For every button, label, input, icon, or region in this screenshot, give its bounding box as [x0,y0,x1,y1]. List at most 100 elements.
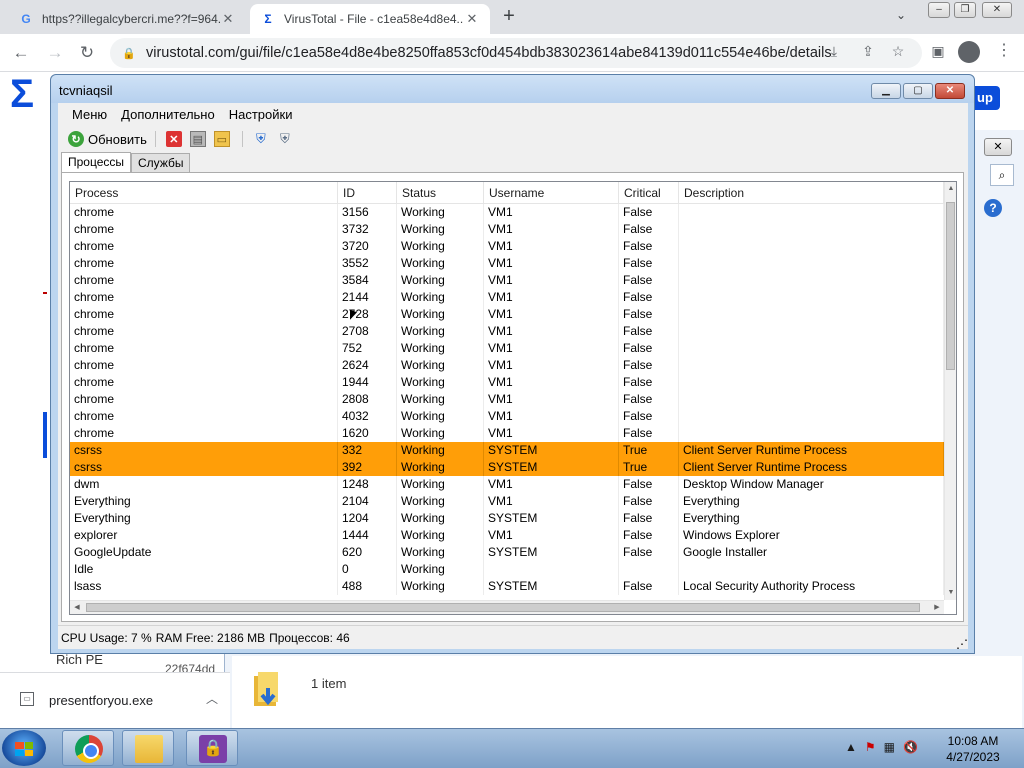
scroll-up-icon[interactable]: ▲ [945,182,956,196]
scroll-right-icon[interactable]: ▶ [930,601,944,614]
google-icon: G [21,12,31,26]
vertical-scrollbar[interactable]: ▲ ▼ [944,182,956,600]
back-icon[interactable]: ← [10,42,32,64]
bookmark-star-icon[interactable]: ☆ [888,43,908,63]
browser-tab-2[interactable]: Σ VirusTotal - File - c1ea58e4d8e4... ✕ [250,4,490,34]
toolbar: ↻ Обновить ✕ ▤ ▭ ⛨ ⛨ [58,127,968,151]
table-row[interactable]: chrome 2808 Working VM1 False [70,391,944,408]
column-header-status[interactable]: Status [397,182,484,204]
menu-item-advanced[interactable]: Дополнительно [114,107,222,122]
table-row[interactable]: csrss 392 Working SYSTEM True Client Server R… [70,459,944,476]
resize-grip-icon[interactable]: ⋰ [956,637,968,651]
address-bar[interactable]: 🔒 virustotal.com/gui/file/c1ea58e4d8e4be… [110,38,922,68]
scroll-thumb[interactable] [946,202,955,370]
kill-process-button[interactable]: ✕ [165,131,186,147]
close-tab-icon[interactable]: ✕ [464,11,480,27]
close-tab-icon[interactable]: ✕ [220,11,236,27]
cell-username: VM1 [484,527,619,544]
side-panel-icon[interactable]: ▣ [928,43,948,63]
horizontal-scrollbar[interactable]: ◀ ▶ [70,600,944,614]
explorer-close-icon[interactable]: ✕ [984,138,1012,156]
unprotect-button[interactable]: ⛨ [277,131,297,147]
virustotal-logo-icon[interactable]: Σ [10,74,46,114]
table-row[interactable]: csrss 332 Working SYSTEM True Client Server R… [70,442,944,459]
table-row[interactable]: dwm 1248 Working VM1 False Desktop Window Man… [70,476,944,493]
help-icon[interactable]: ? [984,199,1002,217]
table-row[interactable]: chrome 3552 Working VM1 False [70,255,944,272]
table-row[interactable]: Everything 2104 Working VM1 False Everything [70,493,944,510]
table-row[interactable]: chrome 3156 Working VM1 False [70,204,944,221]
system-clock[interactable]: 10:08 AM 4/27/2023 [930,733,1016,765]
scroll-thumb[interactable] [86,603,920,612]
table-row[interactable]: chrome 3720 Working VM1 False [70,238,944,255]
table-row[interactable]: chrome 1620 Working VM1 False [70,425,944,442]
table-row[interactable]: chrome 2708 Working VM1 False [70,323,944,340]
cell-username [484,561,619,578]
minimize-icon[interactable]: – [928,2,950,18]
minimize-icon[interactable]: ▁ [871,83,901,99]
table-row[interactable]: chrome 2728 Working VM1 False [70,306,944,323]
open-location-button[interactable]: ▭ [213,131,234,147]
column-header-id[interactable]: ID [338,182,397,204]
table-row[interactable]: chrome 3732 Working VM1 False [70,221,944,238]
taskbar-chrome[interactable] [62,730,114,766]
column-header-critical[interactable]: Critical [619,182,679,204]
new-tab-button[interactable]: + [498,6,520,28]
table-row[interactable]: Everything 1204 Working SYSTEM False Everythi… [70,510,944,527]
table-row[interactable]: chrome 3584 Working VM1 False [70,272,944,289]
show-hidden-icons-icon[interactable]: ▲ [845,740,857,754]
scroll-left-icon[interactable]: ◀ [70,601,84,614]
forward-icon[interactable]: → [44,42,66,64]
detection-marker [43,292,47,294]
item-count: 1 item [311,676,347,691]
downloads-folder-icon[interactable] [252,670,286,712]
window-titlebar[interactable]: tcvniaqsil ▁ ▢ ✕ [51,75,974,103]
cell-username: VM1 [484,221,619,238]
ram-free: RAM Free: 2186 MB [155,630,266,645]
table-row[interactable]: chrome 4032 Working VM1 False [70,408,944,425]
column-header-username[interactable]: Username [484,182,619,204]
taskbar-lock-app[interactable]: 🔒 [186,730,238,766]
restore-icon[interactable]: ❐ [954,2,976,18]
menu-item-menu[interactable]: Меню [65,107,114,122]
cell-description: Client Server Runtime Process [679,442,944,459]
chevron-up-icon[interactable]: ︿ [206,690,218,707]
profile-avatar-icon[interactable] [958,41,980,63]
share-icon[interactable]: ⇪ [858,43,878,63]
column-header-process[interactable]: Process [70,182,338,204]
volume-muted-icon[interactable]: 🔇 [903,740,918,754]
table-row[interactable]: chrome 1944 Working VM1 False [70,374,944,391]
table-row[interactable]: Idle 0 Working [70,561,944,578]
download-filename[interactable]: presentforyou.exe [49,693,153,708]
more-menu-icon[interactable]: ⋮ [996,40,1012,60]
browser-tab-1[interactable]: G https??illegalcybercri.me??f=964... ✕ [8,4,246,34]
close-icon[interactable]: ✕ [935,83,965,99]
table-row[interactable]: chrome 752 Working VM1 False [70,340,944,357]
tab-strip: Процессы Службы [61,152,191,173]
scroll-down-icon[interactable]: ▼ [945,586,956,600]
install-icon[interactable]: ⤓ [824,43,844,63]
action-center-flag-icon[interactable]: ⚑ [865,740,876,754]
column-header-description[interactable]: Description [679,182,944,204]
close-icon[interactable]: ✕ [982,2,1012,18]
taskbar-explorer[interactable] [122,730,174,766]
cell-status: Working [397,323,484,340]
tab-services[interactable]: Службы [131,153,191,172]
protect-button[interactable]: ⛨ [253,131,273,147]
cell-process: Idle [70,561,338,578]
table-row[interactable]: explorer 1444 Working VM1 False Windows Explo… [70,527,944,544]
suspend-button[interactable]: ▤ [189,131,210,147]
menu-item-settings[interactable]: Настройки [222,107,300,122]
tab-search-icon[interactable]: ⌄ [896,8,906,22]
table-row[interactable]: GoogleUpdate 620 Working SYSTEM False Google … [70,544,944,561]
explorer-search-icon[interactable]: ⌕ [990,164,1014,186]
reload-icon[interactable]: ↻ [76,42,98,64]
maximize-icon[interactable]: ▢ [903,83,933,99]
refresh-button[interactable]: ↻ Обновить [68,131,147,147]
table-row[interactable]: lsass 488 Working SYSTEM False Local Security… [70,578,944,595]
table-row[interactable]: chrome 2624 Working VM1 False [70,357,944,374]
tab-processes[interactable]: Процессы [61,152,132,173]
lock-icon[interactable]: 🔒 [122,47,138,60]
network-icon[interactable]: ▦ [884,740,895,754]
table-row[interactable]: chrome 2144 Working VM1 False [70,289,944,306]
